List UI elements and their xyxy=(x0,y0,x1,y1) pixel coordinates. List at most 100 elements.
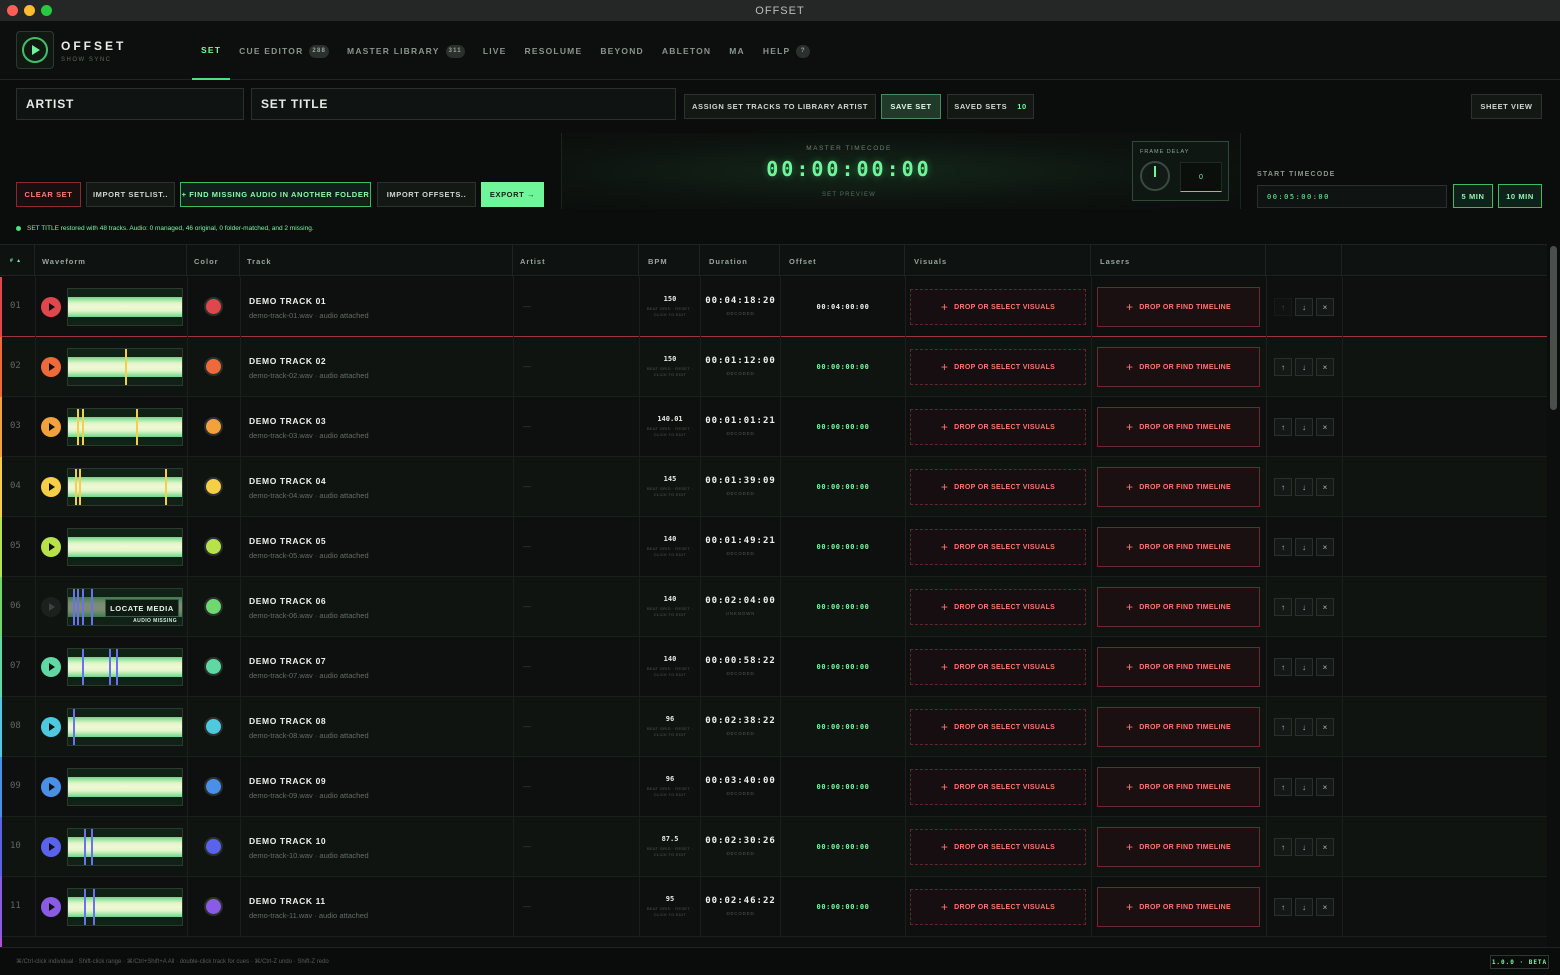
bpm-value[interactable]: 140 xyxy=(640,655,700,663)
move-down-icon[interactable]: ↓ xyxy=(1295,298,1313,316)
offset-value[interactable]: 00:00:00:00 xyxy=(781,723,905,731)
save-set-button[interactable]: SAVE SET xyxy=(881,94,941,119)
move-down-icon[interactable]: ↓ xyxy=(1295,358,1313,376)
drop-lasers-button[interactable]: + DROP OR FIND TIMELINE xyxy=(1097,647,1260,687)
drop-lasers-button[interactable]: + DROP OR FIND TIMELINE xyxy=(1097,467,1260,507)
nav-tab-ma[interactable]: MA xyxy=(720,22,754,80)
nav-tab-set[interactable]: SET xyxy=(192,22,231,80)
bpm-value[interactable]: 150 xyxy=(640,355,700,363)
track-artist[interactable]: — xyxy=(523,782,531,791)
nav-tab-ableton[interactable]: ABLETON xyxy=(653,22,720,80)
waveform-thumbnail[interactable] xyxy=(67,828,183,866)
track-artist[interactable]: — xyxy=(523,662,531,671)
drop-visuals-button[interactable]: + DROP OR SELECT VISUALS xyxy=(910,409,1086,445)
table-row[interactable]: 10 DEMO TRACK 10 demo-track-10.wav · audio… xyxy=(0,817,1547,877)
play-icon[interactable] xyxy=(41,777,61,797)
drop-lasers-button[interactable]: + DROP OR FIND TIMELINE xyxy=(1097,527,1260,567)
table-row[interactable]: 11 DEMO TRACK 11 demo-track-11.wav · audio… xyxy=(0,877,1547,937)
drop-lasers-button[interactable]: + DROP OR FIND TIMELINE xyxy=(1097,827,1260,867)
nav-tab-live[interactable]: LIVE xyxy=(474,22,516,80)
remove-icon[interactable]: × xyxy=(1316,538,1334,556)
offset-value[interactable]: 00:00:00:00 xyxy=(781,663,905,671)
start-timecode-input[interactable]: 00:05:00:00 xyxy=(1257,185,1447,208)
color-swatch[interactable] xyxy=(204,897,223,916)
track-artist[interactable]: — xyxy=(523,602,531,611)
play-icon[interactable] xyxy=(41,477,61,497)
move-up-icon[interactable]: ↑ xyxy=(1274,478,1292,496)
bpm-value[interactable]: 95 xyxy=(640,895,700,903)
table-row[interactable]: 01 DEMO TRACK 01 demo-track-01.wav · audio… xyxy=(0,277,1547,337)
zoom-window-button[interactable] xyxy=(41,5,52,16)
drop-visuals-button[interactable]: + DROP OR SELECT VISUALS xyxy=(910,589,1086,625)
scrollbar-thumb[interactable] xyxy=(1550,246,1557,410)
remove-icon[interactable]: × xyxy=(1316,298,1334,316)
import-setlist-button[interactable]: IMPORT SETLIST.. xyxy=(86,182,175,207)
track-artist[interactable]: — xyxy=(523,482,531,491)
move-up-icon[interactable]: ↑ xyxy=(1274,718,1292,736)
play-icon[interactable] xyxy=(41,717,61,737)
move-up-icon[interactable]: ↑ xyxy=(1274,778,1292,796)
drop-lasers-button[interactable]: + DROP OR FIND TIMELINE xyxy=(1097,347,1260,387)
table-row[interactable]: 08 DEMO TRACK 08 demo-track-08.wav · audio… xyxy=(0,697,1547,757)
waveform-thumbnail[interactable] xyxy=(67,528,183,566)
play-icon[interactable] xyxy=(41,897,61,917)
color-swatch[interactable] xyxy=(204,777,223,796)
saved-sets-button[interactable]: SAVED SETS 10 xyxy=(947,94,1034,119)
remove-icon[interactable]: × xyxy=(1316,718,1334,736)
remove-icon[interactable]: × xyxy=(1316,478,1334,496)
waveform-thumbnail[interactable]: LOCATE MEDIA AUDIO MISSING xyxy=(67,588,183,626)
play-icon[interactable] xyxy=(41,837,61,857)
move-down-icon[interactable]: ↓ xyxy=(1295,538,1313,556)
nav-tab-beyond[interactable]: BEYOND xyxy=(591,22,653,80)
set-title-field[interactable]: SET TITLE xyxy=(251,88,676,120)
drop-visuals-button[interactable]: + DROP OR SELECT VISUALS xyxy=(910,349,1086,385)
move-down-icon[interactable]: ↓ xyxy=(1295,658,1313,676)
move-down-icon[interactable]: ↓ xyxy=(1295,478,1313,496)
ten-min-button[interactable]: 10 MIN xyxy=(1498,184,1542,208)
find-missing-audio-button[interactable]: + FIND MISSING AUDIO IN ANOTHER FOLDER xyxy=(180,182,371,207)
move-up-icon[interactable]: ↑ xyxy=(1274,658,1292,676)
drop-visuals-button[interactable]: + DROP OR SELECT VISUALS xyxy=(910,649,1086,685)
remove-icon[interactable]: × xyxy=(1316,838,1334,856)
waveform-thumbnail[interactable] xyxy=(67,768,183,806)
play-icon[interactable] xyxy=(41,537,61,557)
assign-artist-button[interactable]: ASSIGN SET TRACKS TO LIBRARY ARTIST xyxy=(684,94,876,119)
nav-tab-help[interactable]: HELP? xyxy=(754,22,819,80)
drop-visuals-button[interactable]: + DROP OR SELECT VISUALS xyxy=(910,469,1086,505)
export-button[interactable]: EXPORT → xyxy=(481,182,544,207)
track-artist[interactable]: — xyxy=(523,542,531,551)
drop-visuals-button[interactable]: + DROP OR SELECT VISUALS xyxy=(910,769,1086,805)
offset-value[interactable]: 00:00:00:00 xyxy=(781,903,905,911)
waveform-thumbnail[interactable] xyxy=(67,408,183,446)
table-row[interactable]: 06 LOCATE MEDIA AUDIO MISSING DEMO TRACK 06… xyxy=(0,577,1547,637)
offset-value[interactable]: 00:00:00:00 xyxy=(781,483,905,491)
drop-visuals-button[interactable]: + DROP OR SELECT VISUALS xyxy=(910,829,1086,865)
drop-lasers-button[interactable]: + DROP OR FIND TIMELINE xyxy=(1097,767,1260,807)
move-up-icon[interactable]: ↑ xyxy=(1274,838,1292,856)
sheet-view-button[interactable]: SHEET VIEW xyxy=(1471,94,1542,119)
color-swatch[interactable] xyxy=(204,837,223,856)
color-swatch[interactable] xyxy=(204,357,223,376)
remove-icon[interactable]: × xyxy=(1316,898,1334,916)
move-up-icon[interactable]: ↑ xyxy=(1274,418,1292,436)
drop-lasers-button[interactable]: + DROP OR FIND TIMELINE xyxy=(1097,707,1260,747)
move-up-icon[interactable]: ↑ xyxy=(1274,598,1292,616)
color-swatch[interactable] xyxy=(204,477,223,496)
bpm-value[interactable]: 150 xyxy=(640,295,700,303)
offset-value[interactable]: 00:00:00:00 xyxy=(781,783,905,791)
track-artist[interactable]: — xyxy=(523,302,531,311)
frame-delay-input[interactable]: 0 xyxy=(1180,162,1222,192)
bpm-value[interactable]: 140.01 xyxy=(640,415,700,423)
drop-visuals-button[interactable]: + DROP OR SELECT VISUALS xyxy=(910,289,1086,325)
waveform-thumbnail[interactable] xyxy=(67,348,183,386)
offset-value[interactable]: 00:00:00:00 xyxy=(781,423,905,431)
move-down-icon[interactable]: ↓ xyxy=(1295,778,1313,796)
drop-lasers-button[interactable]: + DROP OR FIND TIMELINE xyxy=(1097,587,1260,627)
nav-tab-resolume[interactable]: RESOLUME xyxy=(516,22,592,80)
move-down-icon[interactable]: ↓ xyxy=(1295,598,1313,616)
bpm-value[interactable]: 87.5 xyxy=(640,835,700,843)
drop-visuals-button[interactable]: + DROP OR SELECT VISUALS xyxy=(910,529,1086,565)
color-swatch[interactable] xyxy=(204,417,223,436)
drop-visuals-button[interactable]: + DROP OR SELECT VISUALS xyxy=(910,889,1086,925)
remove-icon[interactable]: × xyxy=(1316,658,1334,676)
